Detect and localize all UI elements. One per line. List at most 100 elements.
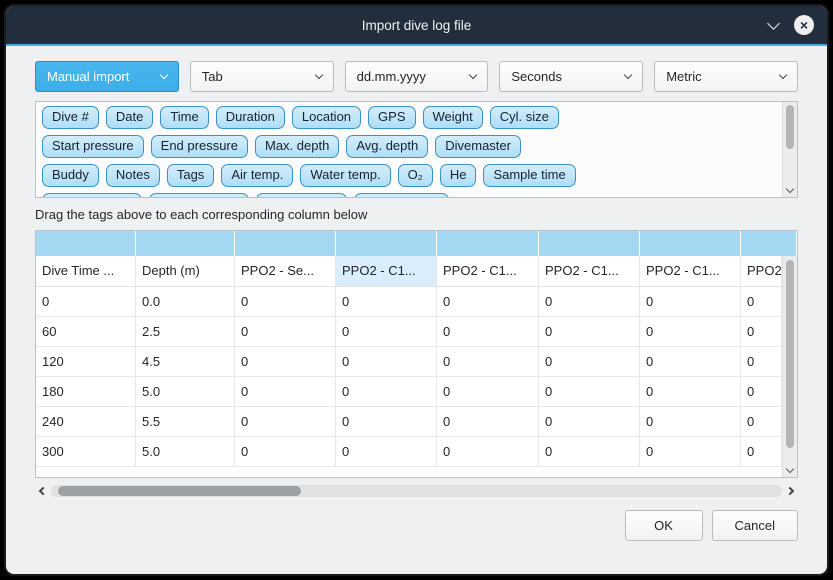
tag-time[interactable]: Time <box>160 106 208 129</box>
tag-weight[interactable]: Weight <box>423 106 483 129</box>
tag-row: Sample depth Sample temp. Sample pO₂ Sample… <box>42 193 776 197</box>
table-cell: 5.0 <box>136 377 235 406</box>
field-separator-dropdown[interactable]: Tab <box>190 61 334 92</box>
drop-target-cell[interactable] <box>235 231 336 256</box>
tag-sample-temp[interactable]: Sample temp. <box>149 193 249 197</box>
duration-format-dropdown[interactable]: Seconds <box>499 61 643 92</box>
tag-avg-depth[interactable]: Avg. depth <box>346 135 428 158</box>
tag-notes[interactable]: Notes <box>106 164 160 187</box>
table-row: 00.0000000 <box>36 287 782 317</box>
column-header[interactable]: PPO2 <box>741 256 782 286</box>
date-format-dropdown[interactable]: dd.mm.yyyy <box>345 61 489 92</box>
import-mode-dropdown[interactable]: Manual import <box>35 61 179 92</box>
tag-sample-time[interactable]: Sample time <box>483 164 575 187</box>
chevron-down-icon <box>160 71 168 79</box>
scrollbar-thumb[interactable] <box>786 105 794 149</box>
drop-target-cell[interactable] <box>336 231 437 256</box>
table-cell: 0 <box>741 407 782 436</box>
table-cell: 4.5 <box>136 347 235 376</box>
titlebar[interactable]: Import dive log file × <box>6 6 827 44</box>
tag-start-pressure[interactable]: Start pressure <box>42 135 144 158</box>
tag-duration[interactable]: Duration <box>216 106 285 129</box>
table-cell: 120 <box>36 347 136 376</box>
chevron-down-icon <box>469 71 477 79</box>
horizontal-scroll-track[interactable] <box>51 485 782 497</box>
drop-target-cell[interactable] <box>36 231 136 256</box>
duration-format-value: Seconds <box>511 69 562 84</box>
tag-air-temp[interactable]: Air temp. <box>221 164 293 187</box>
table-cell: 0 <box>539 407 640 436</box>
column-header[interactable]: PPO2 - C1... <box>539 256 640 286</box>
field-separator-value: Tab <box>202 69 223 84</box>
column-header[interactable]: PPO2 - Se... <box>235 256 336 286</box>
tag-cyl-size[interactable]: Cyl. size <box>490 106 559 129</box>
tag-he[interactable]: He <box>440 164 477 187</box>
units-system-dropdown[interactable]: Metric <box>654 61 798 92</box>
table-cell: 0 <box>336 287 437 316</box>
column-header[interactable]: Dive Time ... <box>36 256 136 286</box>
scroll-left-button[interactable] <box>35 488 51 494</box>
table-cell: 0 <box>640 407 741 436</box>
close-button[interactable]: × <box>794 15 814 35</box>
table-cell: 0 <box>640 437 741 466</box>
column-header[interactable]: PPO2 - C1... <box>640 256 741 286</box>
chevron-right-icon <box>786 487 794 495</box>
import-preview-table: Dive Time ...Depth (m)PPO2 - Se...PPO2 -… <box>35 230 798 478</box>
table-cell: 240 <box>36 407 136 436</box>
import-dialog-window: Import dive log file × Manual import Tab… <box>4 4 829 576</box>
chevron-down-icon[interactable] <box>767 17 780 30</box>
tags-vertical-scrollbar[interactable] <box>782 102 797 197</box>
tag-divemaster[interactable]: Divemaster <box>435 135 521 158</box>
column-header[interactable]: PPO2 - C1... <box>437 256 539 286</box>
tag-sample-depth[interactable]: Sample depth <box>42 193 142 197</box>
window-title: Import dive log file <box>362 18 472 33</box>
table-cell: 0 <box>539 377 640 406</box>
dialog-buttons: OK Cancel <box>35 510 798 541</box>
tag-sample-cns[interactable]: Sample CNS <box>354 193 449 197</box>
tag-o[interactable]: O₂ <box>398 164 433 187</box>
table-vertical-scrollbar[interactable] <box>782 256 797 477</box>
chevron-down-icon <box>624 71 632 79</box>
tag-gps[interactable]: GPS <box>368 106 415 129</box>
tag-date[interactable]: Date <box>106 106 153 129</box>
cancel-button[interactable]: Cancel <box>712 510 798 541</box>
table-cell: 0 <box>640 317 741 346</box>
table-cell: 0 <box>36 287 136 316</box>
instruction-text: Drag the tags above to each correspondin… <box>35 207 798 222</box>
tag-location[interactable]: Location <box>292 106 361 129</box>
tag-sample-po[interactable]: Sample pO₂ <box>256 193 346 197</box>
tag-buddy[interactable]: Buddy <box>42 164 99 187</box>
date-format-value: dd.mm.yyyy <box>357 69 426 84</box>
tag-dive[interactable]: Dive # <box>42 106 99 129</box>
tag-tags[interactable]: Tags <box>167 164 214 187</box>
tag-end-pressure[interactable]: End pressure <box>151 135 248 158</box>
table-cell: 0 <box>539 287 640 316</box>
chevron-down-icon <box>779 71 787 79</box>
drop-target-cell[interactable] <box>539 231 640 256</box>
ok-button[interactable]: OK <box>625 510 703 541</box>
drop-target-cell[interactable] <box>741 231 797 256</box>
tag-max-depth[interactable]: Max. depth <box>255 135 339 158</box>
drop-target-cell[interactable] <box>437 231 539 256</box>
tag-row: Start pressure End pressure Max. depth Avg.… <box>42 135 776 158</box>
table-cell: 0 <box>640 377 741 406</box>
scrollbar-thumb[interactable] <box>58 486 301 496</box>
table-columns-area: Dive Time ...Depth (m)PPO2 - Se...PPO2 -… <box>36 256 782 477</box>
tag-water-temp[interactable]: Water temp. <box>300 164 390 187</box>
table-horizontal-scrollbar[interactable] <box>35 483 798 499</box>
scrollbar-thumb[interactable] <box>786 260 794 448</box>
table-cell: 0 <box>741 377 782 406</box>
column-header[interactable]: PPO2 - C1... <box>336 256 437 286</box>
table-cell: 0 <box>741 437 782 466</box>
chevron-left-icon <box>39 487 47 495</box>
scroll-right-button[interactable] <box>782 488 798 494</box>
drop-target-cell[interactable] <box>640 231 741 256</box>
column-header[interactable]: Depth (m) <box>136 256 235 286</box>
scroll-down-icon[interactable] <box>786 465 794 473</box>
tag-row: Buddy Notes Tags Air temp. Water temp. O₂ He Sa… <box>42 164 776 187</box>
drop-target-cell[interactable] <box>136 231 235 256</box>
table-cell: 0 <box>741 347 782 376</box>
scroll-down-icon[interactable] <box>786 185 794 193</box>
drop-target-row <box>36 231 797 256</box>
table-cell: 0 <box>336 377 437 406</box>
